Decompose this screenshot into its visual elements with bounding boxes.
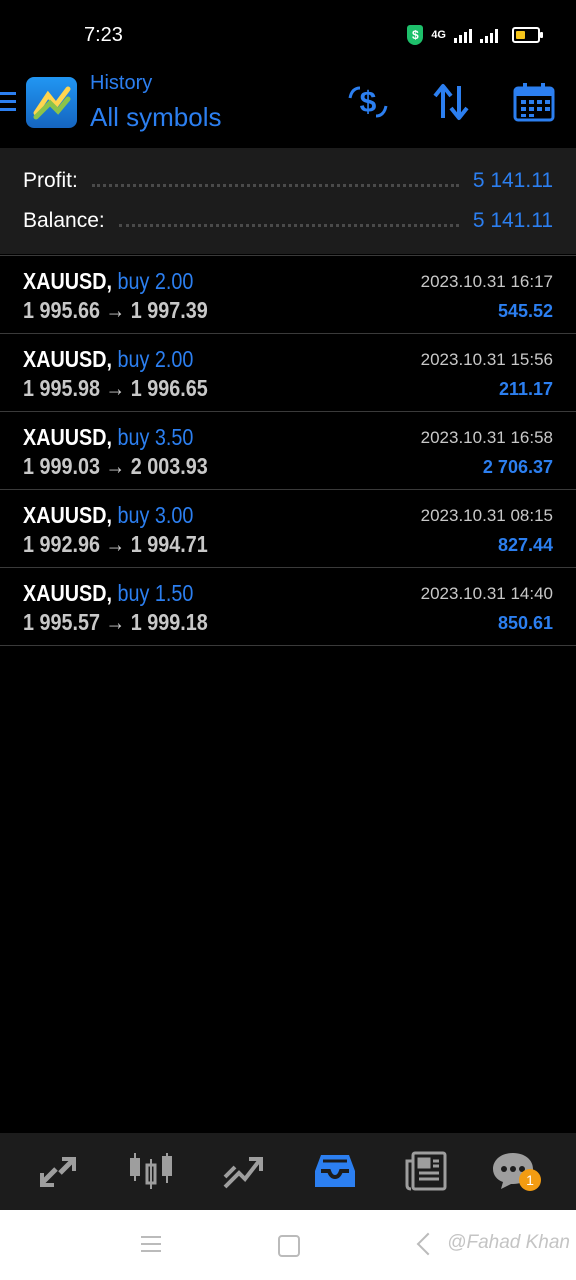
signal-icon bbox=[454, 27, 472, 43]
summary-panel: Profit: 5 141.11 Balance: 5 141.11 bbox=[0, 148, 576, 254]
deals-list: XAUUSD, buy 2.00 1 995.66 → 1 997.39 202… bbox=[0, 255, 576, 646]
status-bar: 7:23 $ 4G bbox=[0, 0, 576, 70]
arrow-icon: → bbox=[105, 297, 126, 323]
calendar-icon[interactable] bbox=[512, 80, 556, 124]
arrow-icon: → bbox=[105, 375, 126, 401]
deal-open-price: 1 992.96 bbox=[23, 531, 100, 557]
deal-profit: 850.61 bbox=[497, 613, 553, 633]
deal-open-price: 1 995.57 bbox=[23, 609, 100, 635]
deal-row[interactable]: XAUUSD, buy 1.50 1 995.57 → 1 999.18 202… bbox=[0, 568, 576, 646]
deal-open-price: 1 995.66 bbox=[23, 297, 100, 323]
arrow-icon: → bbox=[105, 609, 126, 635]
deal-side: buy 2.00 bbox=[117, 346, 194, 372]
profit-row: Profit: 5 141.11 bbox=[23, 166, 553, 196]
signal-icon-2 bbox=[480, 27, 498, 43]
deal-row[interactable]: XAUUSD, buy 3.50 1 999.03 → 2 003.93 202… bbox=[0, 412, 576, 490]
deal-side: buy 3.50 bbox=[117, 424, 194, 450]
deal-open-price: 1 995.98 bbox=[23, 375, 100, 401]
network-type: 4G bbox=[431, 29, 446, 41]
profit-value: 5 141.11 bbox=[472, 169, 553, 192]
dot-leader bbox=[118, 222, 459, 227]
arrow-icon: → bbox=[105, 453, 126, 479]
deal-symbol: XAUUSD, bbox=[23, 346, 113, 372]
deal-side: buy 3.00 bbox=[117, 502, 194, 528]
deal-time: 2023.10.31 16:58 bbox=[420, 428, 553, 447]
deal-profit: 827.44 bbox=[497, 535, 553, 555]
dot-leader bbox=[91, 182, 459, 187]
deal-time: 2023.10.31 08:15 bbox=[420, 506, 553, 525]
trade-icon[interactable] bbox=[219, 1147, 267, 1195]
app-header: History All symbols $ bbox=[0, 70, 576, 148]
deal-close-price: 1 996.65 bbox=[130, 375, 208, 401]
profit-label: Profit: bbox=[23, 169, 78, 192]
deal-time: 2023.10.31 15:56 bbox=[420, 350, 553, 369]
back-button[interactable] bbox=[416, 1232, 440, 1256]
balance-label: Balance: bbox=[23, 209, 105, 232]
chat-icon[interactable]: 1 bbox=[489, 1147, 541, 1195]
app-logo bbox=[26, 77, 77, 128]
deal-close-price: 2 003.93 bbox=[130, 453, 208, 479]
watermark-text: @Fahad Khan bbox=[447, 1232, 570, 1253]
balance-row: Balance: 5 141.11 bbox=[23, 206, 553, 236]
deal-close-price: 1 999.18 bbox=[130, 609, 208, 635]
deal-close-price: 1 994.71 bbox=[130, 531, 208, 557]
deal-profit: 545.52 bbox=[497, 301, 553, 321]
security-shield-icon: $ bbox=[407, 25, 424, 45]
recent-apps-button[interactable] bbox=[141, 1236, 161, 1257]
arrow-icon: → bbox=[105, 531, 126, 557]
chart-candles-icon[interactable] bbox=[127, 1147, 175, 1195]
deal-row[interactable]: XAUUSD, buy 2.00 1 995.98 → 1 996.65 202… bbox=[0, 334, 576, 412]
deal-open-price: 1 999.03 bbox=[23, 453, 100, 479]
history-inbox-icon[interactable] bbox=[311, 1147, 359, 1195]
deal-symbol: XAUUSD, bbox=[23, 268, 113, 294]
header-subtitle[interactable]: All symbols bbox=[90, 102, 221, 133]
status-icons: $ 4G bbox=[407, 25, 543, 45]
deal-row[interactable]: XAUUSD, buy 2.00 1 995.66 → 1 997.39 202… bbox=[0, 255, 576, 334]
svg-text:$: $ bbox=[360, 86, 377, 119]
status-time: 7:23 bbox=[84, 24, 123, 46]
home-button[interactable] bbox=[278, 1235, 300, 1257]
deal-side: buy 1.50 bbox=[117, 580, 194, 606]
bottom-nav: 1 bbox=[0, 1133, 576, 1210]
deal-profit: 211.17 bbox=[498, 379, 553, 399]
deal-symbol: XAUUSD, bbox=[23, 580, 113, 606]
deal-time: 2023.10.31 14:40 bbox=[420, 584, 553, 603]
balance-value: 5 141.11 bbox=[472, 209, 553, 232]
sort-icon[interactable] bbox=[429, 80, 473, 124]
quotes-icon[interactable] bbox=[34, 1147, 82, 1195]
deal-close-price: 1 997.39 bbox=[130, 297, 208, 323]
deal-symbol: XAUUSD, bbox=[23, 424, 113, 450]
deal-side: buy 2.00 bbox=[117, 268, 194, 294]
battery-icon bbox=[512, 27, 543, 43]
deal-symbol: XAUUSD, bbox=[23, 502, 113, 528]
deal-profit: 2 706.37 bbox=[482, 457, 553, 477]
system-nav-bar: @Fahad Khan bbox=[0, 1210, 576, 1280]
deal-row[interactable]: XAUUSD, buy 3.00 1 992.96 → 1 994.71 202… bbox=[0, 490, 576, 568]
chat-badge: 1 bbox=[519, 1169, 541, 1191]
header-title: History bbox=[90, 72, 153, 94]
deal-time: 2023.10.31 16:17 bbox=[420, 272, 553, 291]
dollar-exchange-icon[interactable]: $ bbox=[346, 80, 390, 124]
menu-icon[interactable] bbox=[0, 92, 16, 116]
news-icon[interactable] bbox=[403, 1147, 451, 1195]
